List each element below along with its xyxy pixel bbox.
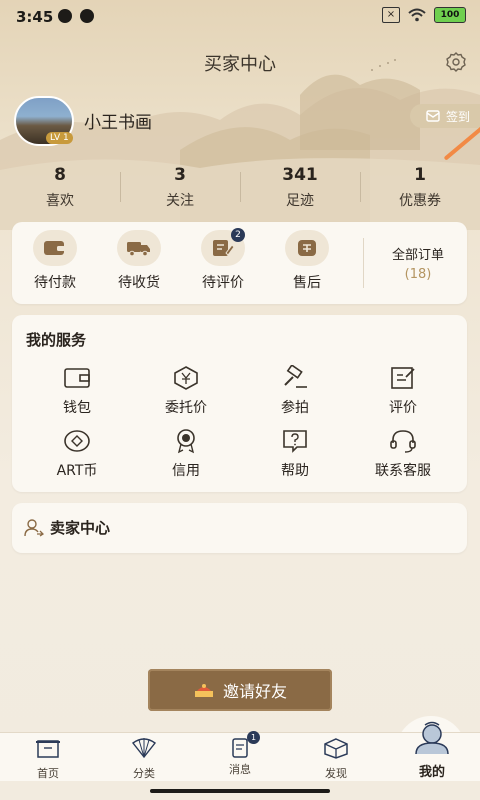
stat-number: 8 xyxy=(54,165,66,185)
headset-icon xyxy=(390,430,416,453)
service-entrust-price[interactable]: 委托价 xyxy=(141,365,231,417)
service-label: 信用 xyxy=(172,463,200,479)
orders-card: 待付款 待收货 2 待评价 售后 全部订单 (18) xyxy=(12,222,467,304)
seller-center-label: 卖家中心 xyxy=(50,519,111,537)
stat-coupons[interactable]: 1 优惠券 xyxy=(360,164,480,216)
order-badge: 2 xyxy=(231,228,245,242)
tab-category[interactable]: 分类 xyxy=(96,737,192,781)
services-card: 我的服务 钱包 委托价 参拍 评价 ART币 信用 帮助 联系客服 xyxy=(12,315,467,492)
status-time: 3:45 xyxy=(16,8,54,26)
wifi-icon xyxy=(408,8,426,22)
home-indicator xyxy=(150,789,330,793)
home-icon xyxy=(36,740,60,758)
box-icon xyxy=(324,738,348,759)
status-bar: 3:45 × 100 xyxy=(0,0,480,32)
order-label: 售后 xyxy=(293,275,321,291)
stat-number: 3 xyxy=(174,165,186,185)
scroll-icon: 1 xyxy=(226,731,260,759)
truck-icon xyxy=(117,230,161,266)
tab-label: 首页 xyxy=(37,767,59,780)
order-pending-review[interactable]: 2 待评价 xyxy=(187,228,259,292)
order-pending-payment[interactable]: 待付款 xyxy=(19,230,91,292)
service-label: 评价 xyxy=(389,400,417,416)
wallet-icon xyxy=(33,230,77,266)
service-review[interactable]: 评价 xyxy=(358,365,448,417)
stat-following[interactable]: 3 关注 xyxy=(120,164,240,216)
service-wallet[interactable]: 钱包 xyxy=(32,365,122,417)
tab-home[interactable]: 首页 xyxy=(0,737,96,781)
fan-icon xyxy=(132,738,156,759)
service-label: 委托价 xyxy=(165,400,207,416)
edit-note-icon xyxy=(391,367,415,389)
service-label: 参拍 xyxy=(281,400,309,416)
services-title: 我的服务 xyxy=(26,331,87,349)
stat-likes[interactable]: 8 喜欢 xyxy=(0,164,120,216)
stat-history[interactable]: 341 足迹 xyxy=(240,164,360,216)
tab-messages[interactable]: 1 消息 xyxy=(192,731,288,777)
stat-label: 优惠券 xyxy=(399,193,441,209)
help-icon xyxy=(283,430,307,453)
gift-icon xyxy=(194,684,213,697)
aftersale-icon xyxy=(285,230,329,266)
service-bid[interactable]: 参拍 xyxy=(250,363,340,417)
tab-label: 我的 xyxy=(418,765,445,780)
service-label: 钱包 xyxy=(63,400,91,416)
stat-number: 1 xyxy=(414,165,426,185)
service-art-coin[interactable]: ART币 xyxy=(32,428,122,480)
sync-circle-icon xyxy=(80,9,94,23)
stat-label: 喜欢 xyxy=(46,193,74,209)
order-label: 待付款 xyxy=(34,275,76,291)
level-badge: LV 1 xyxy=(46,132,73,144)
all-orders-label: 全部订单 xyxy=(391,248,444,263)
tab-discover[interactable]: 发现 xyxy=(288,737,384,781)
all-orders-link[interactable]: 全部订单 (18) xyxy=(368,244,468,282)
gavel-icon xyxy=(284,363,307,388)
stat-number: 341 xyxy=(282,165,318,185)
tab-me[interactable]: 我的 xyxy=(384,721,480,780)
signin-label: 签到 xyxy=(445,109,470,124)
order-pending-receipt[interactable]: 待收货 xyxy=(103,230,175,292)
tab-label: 消息 xyxy=(229,763,251,776)
gear-icon[interactable] xyxy=(446,52,466,72)
bottom-tab-bar: 首页 分类 1 消息 发现 我的 xyxy=(0,721,480,781)
service-label: 帮助 xyxy=(281,463,309,479)
mail-icon xyxy=(426,110,440,122)
monk-icon xyxy=(415,721,449,755)
signin-button[interactable]: 签到 xyxy=(409,104,480,128)
service-label: ART币 xyxy=(56,463,98,479)
coin-icon xyxy=(64,430,90,452)
order-after-sale[interactable]: 售后 xyxy=(271,230,343,292)
stat-label: 关注 xyxy=(166,193,194,209)
divider xyxy=(363,238,364,288)
tab-label: 发现 xyxy=(325,767,347,780)
tab-label: 分类 xyxy=(133,767,155,780)
stats-row: 8 喜欢 3 关注 341 足迹 1 优惠券 xyxy=(0,164,480,216)
check-circle-icon xyxy=(58,9,72,23)
order-label: 待评价 xyxy=(202,275,244,291)
all-orders-count: (18) xyxy=(404,267,432,282)
order-label: 待收货 xyxy=(118,275,160,291)
service-help[interactable]: 帮助 xyxy=(250,428,340,480)
user-name[interactable]: 小王书画 xyxy=(84,108,152,133)
stat-label: 足迹 xyxy=(286,193,314,209)
badge-icon xyxy=(177,429,195,454)
service-customer-support[interactable]: 联系客服 xyxy=(358,428,448,480)
invite-friends-button[interactable]: 邀请好友 xyxy=(148,669,332,711)
user-switch-icon xyxy=(24,519,44,537)
battery-icon: 100 xyxy=(434,7,466,23)
wallet-icon xyxy=(64,368,90,388)
review-icon: 2 xyxy=(201,228,245,266)
seller-center-card[interactable]: 卖家中心 xyxy=(12,503,467,553)
service-credit[interactable]: 信用 xyxy=(141,428,231,480)
sim-x-icon: × xyxy=(382,7,400,23)
message-badge: 1 xyxy=(247,731,260,744)
page-title: 买家中心 xyxy=(204,54,276,75)
invite-label: 邀请好友 xyxy=(222,682,287,701)
service-label: 联系客服 xyxy=(375,463,431,479)
yuan-hexagon-icon xyxy=(174,366,198,390)
